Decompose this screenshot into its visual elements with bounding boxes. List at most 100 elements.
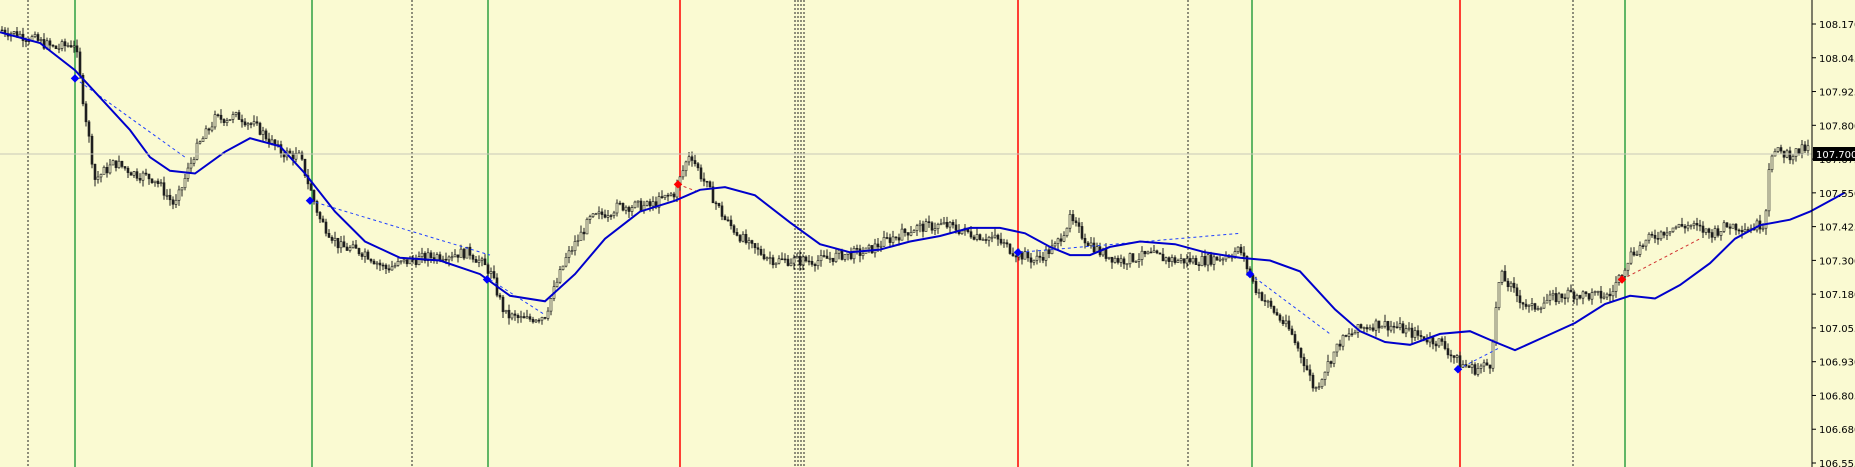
candle-body bbox=[786, 258, 790, 266]
candle-body bbox=[624, 206, 628, 211]
candle-body bbox=[1362, 327, 1366, 329]
candle-body bbox=[1128, 253, 1132, 265]
candle-body bbox=[1281, 319, 1285, 325]
candle-body bbox=[681, 170, 685, 178]
candle-body bbox=[819, 255, 823, 262]
candle-body bbox=[237, 112, 241, 120]
candle-body bbox=[1593, 291, 1597, 293]
candle-body bbox=[1791, 156, 1795, 161]
candle-body bbox=[84, 103, 88, 123]
candle-body bbox=[873, 243, 877, 254]
candle-body bbox=[1347, 333, 1351, 337]
candle-body bbox=[522, 316, 526, 319]
candle-body bbox=[333, 237, 337, 241]
candle-body bbox=[162, 182, 166, 196]
candle-body bbox=[429, 252, 433, 258]
candle-body bbox=[231, 114, 235, 120]
candle-body bbox=[147, 173, 151, 180]
candle-body bbox=[810, 260, 814, 265]
chart-canvas[interactable]: 108.170108.045107.925107.800107.675107.5… bbox=[0, 0, 1855, 467]
candle-body bbox=[1731, 223, 1735, 229]
candle-body bbox=[474, 259, 478, 263]
candle-body bbox=[114, 160, 118, 169]
candle-body bbox=[612, 212, 616, 216]
candle-body bbox=[1779, 147, 1783, 152]
candle-body bbox=[507, 309, 511, 319]
candle-body bbox=[1059, 238, 1063, 242]
candle-body bbox=[489, 271, 493, 274]
candle-body bbox=[885, 237, 889, 239]
candle-body bbox=[1137, 259, 1141, 262]
candle-body bbox=[1719, 231, 1723, 236]
candle-body bbox=[1575, 295, 1579, 300]
candle-body bbox=[105, 166, 109, 174]
candle-body bbox=[1803, 144, 1807, 151]
candle-body bbox=[1569, 289, 1573, 293]
candle-body bbox=[453, 254, 457, 258]
candle-body bbox=[1191, 258, 1195, 263]
price-tick-label: 107.055 bbox=[1819, 324, 1855, 335]
candle-body bbox=[1029, 257, 1033, 263]
candle-body bbox=[1263, 300, 1267, 302]
candle-body bbox=[1518, 295, 1522, 303]
candle-body bbox=[33, 34, 37, 37]
candle-body bbox=[795, 256, 799, 259]
candle-body bbox=[945, 221, 949, 228]
candle-body bbox=[171, 199, 175, 205]
candle-body bbox=[690, 156, 694, 161]
candle-body bbox=[687, 156, 691, 163]
candle-body bbox=[378, 262, 382, 266]
candle-body bbox=[771, 257, 775, 266]
candle-body bbox=[459, 248, 463, 258]
candle-body bbox=[861, 253, 865, 256]
candle-body bbox=[1692, 223, 1696, 226]
candle-body bbox=[981, 239, 985, 241]
candle-body bbox=[1119, 258, 1123, 263]
candle-body bbox=[1395, 326, 1399, 329]
candle-body bbox=[240, 119, 244, 123]
candle-body bbox=[1035, 255, 1039, 261]
candle-body bbox=[660, 196, 664, 198]
candle-body bbox=[1350, 333, 1354, 336]
candle-body bbox=[1440, 338, 1444, 342]
candle-body bbox=[1089, 242, 1093, 246]
candle-body bbox=[51, 44, 55, 47]
candle-body bbox=[1113, 257, 1117, 263]
candle-body bbox=[1419, 335, 1423, 337]
candle-body bbox=[36, 34, 40, 41]
candle-body bbox=[1698, 224, 1702, 227]
candle-body bbox=[1053, 243, 1057, 247]
candle-body bbox=[924, 221, 928, 232]
candle-body bbox=[1236, 246, 1240, 252]
candle-body bbox=[1794, 148, 1798, 157]
candle-body bbox=[951, 222, 955, 226]
candle-body bbox=[1776, 147, 1780, 152]
candle-body bbox=[1701, 225, 1705, 233]
candle-body bbox=[138, 177, 142, 181]
price-chart[interactable]: 108.170108.045107.925107.800107.675107.5… bbox=[0, 0, 1855, 467]
candle-body bbox=[1650, 233, 1654, 236]
candle-body bbox=[972, 236, 976, 240]
candle-body bbox=[228, 119, 232, 121]
candle-body bbox=[747, 240, 751, 244]
candle-body bbox=[1380, 325, 1384, 329]
candle-body bbox=[1506, 280, 1510, 288]
candle-body bbox=[1065, 227, 1069, 236]
candle-body bbox=[417, 256, 421, 265]
candle-body bbox=[546, 310, 550, 319]
candle-body bbox=[1647, 233, 1651, 241]
candle-body bbox=[102, 166, 106, 175]
candle-body bbox=[585, 219, 589, 235]
candle-body bbox=[1734, 223, 1738, 231]
price-tick-label: 107.180 bbox=[1819, 290, 1855, 301]
candle-body bbox=[1728, 226, 1732, 229]
candle-body bbox=[921, 223, 925, 232]
candle-body bbox=[1410, 327, 1414, 338]
candle-body bbox=[768, 257, 772, 259]
candle-body bbox=[1056, 238, 1060, 244]
candle-body bbox=[225, 120, 229, 123]
current-price-label: 107.700 bbox=[1816, 150, 1855, 161]
candle-body bbox=[354, 244, 358, 249]
candle-body bbox=[54, 45, 58, 50]
candle-body bbox=[1299, 347, 1303, 358]
